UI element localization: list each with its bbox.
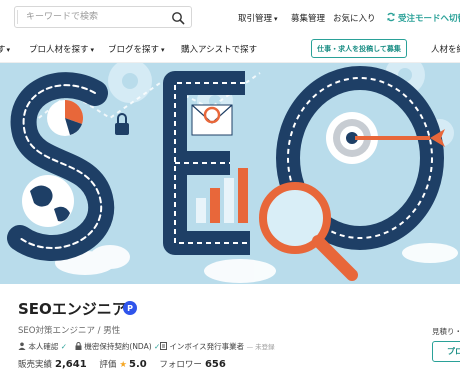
person-icon — [18, 342, 26, 350]
search-box — [14, 6, 192, 28]
invoice-status: — 未登録 — [246, 343, 275, 351]
star-icon: ★ — [119, 360, 127, 370]
nav-item-purchase-assist[interactable]: 購入アシストで探す — [181, 43, 257, 55]
search-icon[interactable] — [171, 11, 185, 25]
globe-icon — [22, 175, 74, 227]
chevron-down-icon: ▾ — [6, 46, 11, 54]
invoice-label: インボイス発行事業者 — [169, 342, 245, 351]
post-job-button[interactable]: 仕事・求人を投稿して募集 — [311, 39, 407, 58]
lock-icon — [75, 342, 82, 350]
check-icon: ✓ — [60, 342, 68, 351]
favorites-link[interactable]: お気に入り — [333, 12, 376, 24]
pro-contact-button[interactable]: プロ — [432, 341, 460, 362]
pie-chart-icon — [47, 99, 84, 136]
recruit-link[interactable]: 募集管理 — [291, 12, 325, 24]
switch-icon — [387, 12, 395, 22]
sales-value: 2,641 — [55, 359, 87, 370]
sales-label: 販売実績 — [18, 360, 53, 370]
rating-value: 5.0 — [129, 359, 147, 370]
rating-label: 評価 — [99, 360, 117, 370]
nav-item-pro-talent-label: プロ人材を探す — [29, 45, 89, 55]
nav-item-pro-talent[interactable]: プロ人材を探す ▾ — [29, 43, 94, 55]
service-banner-image — [0, 63, 460, 284]
invoice-badge: インボイス発行事業者 — 未登録 — [160, 341, 275, 352]
mode-switch-label: 受注モードへ切替 — [398, 14, 460, 24]
nda-label: 機密保持契約(NDA) — [84, 342, 152, 351]
nav-item-blog[interactable]: ブログを探す ▾ — [108, 43, 165, 55]
category-nav: す▾ プロ人材を探す ▾ ブログを探す ▾ 購入アシストで探す 仕事・求人を投稿して… — [0, 34, 460, 63]
seller-subtitle: SEO対策エンジニア / 男性 — [18, 326, 121, 336]
quote-label: 見積り・ — [432, 327, 460, 336]
followers-label: フォロワー — [159, 360, 202, 370]
top-bar: 取引管理▾ 募集管理 お気に入り 受注モードへ切替 — [0, 0, 460, 34]
identity-verified-label: 本人確認 — [28, 342, 59, 351]
chevron-down-icon: ▾ — [274, 15, 278, 23]
nav-item-blog-label: ブログを探す — [108, 45, 160, 55]
email-icon — [191, 104, 233, 136]
mode-switch-link[interactable]: 受注モードへ切替 — [386, 12, 460, 24]
nav-item-introduce[interactable]: 人材を紹 — [431, 43, 460, 55]
manage-menu-label: 取引管理 — [238, 14, 273, 24]
chevron-down-icon: ▾ — [161, 46, 165, 54]
invoice-status-text: 未登録 — [255, 343, 275, 351]
search-divider — [17, 10, 18, 24]
search-input[interactable] — [24, 11, 168, 23]
followers-value: 656 — [204, 359, 226, 370]
pro-badge-icon: P — [123, 301, 137, 315]
chevron-down-icon: ▾ — [90, 46, 95, 54]
seller-name: SEOエンジニア — [18, 300, 127, 318]
seo-illustration — [0, 63, 460, 284]
nav-item-service[interactable]: す▾ — [0, 43, 10, 55]
seller-stats: 販売実績 2,641 評価 ★ 5.0 フォロワー 656 — [18, 358, 236, 370]
nav-item-service-label: す — [0, 45, 6, 55]
nda-badge: 機密保持契約(NDA) ✓ — [75, 341, 160, 352]
identity-verified-badge: 本人確認 ✓ — [18, 341, 67, 352]
document-icon — [160, 342, 167, 350]
manage-menu[interactable]: 取引管理 ▾ — [238, 12, 278, 24]
